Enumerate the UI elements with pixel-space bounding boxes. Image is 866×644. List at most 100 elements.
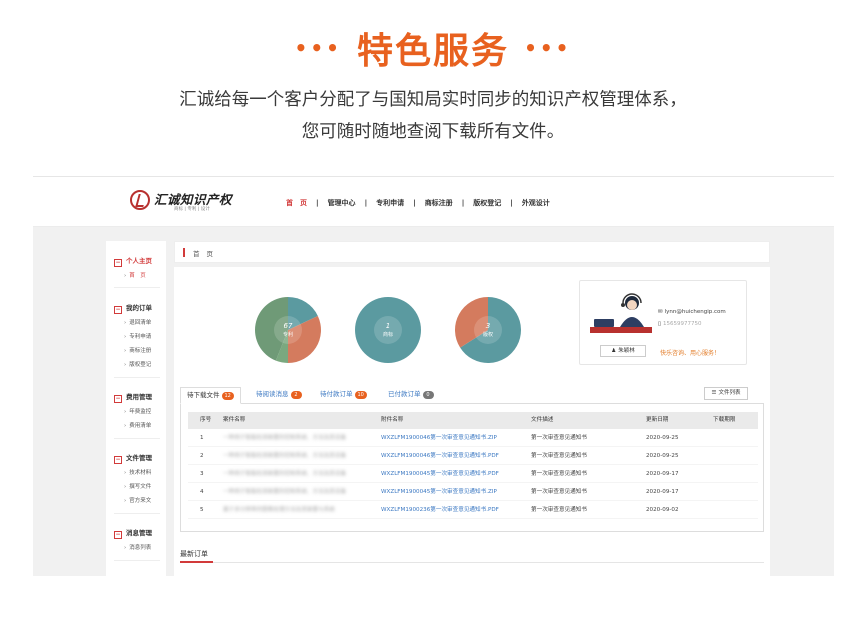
logo-tagline: 商标 | 专利 | 设计 [174,207,210,212]
service-slogan: 快乐咨询、用心服务！ [660,350,721,357]
case-name-blurred: 基于多分辨率的图像处理方法及其装置与系统 [223,507,335,513]
decor-dots-left: ••• [294,36,342,60]
collapse-icon[interactable]: − [114,531,122,539]
table-row[interactable]: 2 一种用于智能检测装置的控制系统、方法及其设备 WXZLFM1900046第一… [188,448,758,465]
tab-unpaid-orders[interactable]: 待付款订单 10 [320,387,367,404]
col-updated: 更新日期 [646,417,669,423]
attachment-link[interactable]: WXZLFM1900045第一次审查意见通知书.ZIP [381,484,497,501]
main-panel: 67 专利 1 商标 3 版权 ✉ lynn@huichengip.com ▯ … [174,267,770,576]
nav-separator: | [316,199,319,207]
count-badge: 10 [354,391,367,399]
case-name-blurred: 一种用于智能检测装置的控制系统、方法及其设备 [223,489,347,495]
breadcrumb-label: 首页 [193,250,220,258]
count-badge: 0 [422,391,434,399]
pie-caption: 专利 [282,332,293,338]
sidebar-item-fee-list[interactable]: 费用清单 [124,421,151,429]
table-row[interactable]: 1 一种用于智能检测装置的控制系统、方法及其设备 WXZLFM1900046第一… [188,430,758,447]
pie-trademark[interactable]: 1 商标 [354,296,422,364]
decor-dots-right: ••• [524,36,572,60]
divider [114,438,160,439]
nav-copyright-registration[interactable]: 版权登记 [473,198,501,208]
sidebar-item-copyright[interactable]: 版权登记 [124,360,151,368]
app-screenshot: 汇诚知识产权 商标 | 专利 | 设计 首 页 | 管理中心 | 专利申请 | 商标注册 | 版… [33,176,834,576]
sidebar-item-message-list[interactable]: 消息列表 [124,543,151,551]
nav-design[interactable]: 外观设计 [522,198,550,208]
nav-patent-application[interactable]: 专利申请 [376,198,404,208]
tab-unread-messages[interactable]: 待阅读消息 2 [256,387,302,404]
attachment-link[interactable]: WXZLFM1900236第一次审查意见通知书.PDF [381,502,499,519]
attachment-link[interactable]: WXZLFM1900045第一次审查意见通知书.PDF [381,466,499,483]
contact-phone: 15659977750 [658,321,702,327]
pie-center: 67 专利 [274,316,302,344]
logo-mark-icon [130,190,150,210]
count-badge: 2 [290,391,302,399]
sidebar-item-returns[interactable]: 退回清单 [124,318,151,326]
sidebar-item-tech-materials[interactable]: 技术材料 [124,468,151,476]
sidebar-group-head[interactable]: − 我的订单 [114,302,152,314]
table-row[interactable]: 4 一种用于智能检测装置的控制系统、方法及其设备 WXZLFM1900045第一… [188,484,758,501]
tab-paid-orders[interactable]: 已付款订单 0 [388,387,434,404]
site-header: 汇诚知识产权 商标 | 专利 | 设计 首 页 | 管理中心 | 专利申请 | 商标注册 | 版… [33,177,834,227]
contact-email[interactable]: lynn@huichengip.com [658,309,726,315]
nav-management-center[interactable]: 管理中心 [328,198,356,208]
pie-copyright[interactable]: 3 版权 [454,296,522,364]
sidebar-group-head[interactable]: − 个人主页 [114,255,152,267]
section-heading: ••• 特色服务 ••• [0,22,866,74]
pie-count: 1 [385,322,391,330]
sidebar-item-trademark[interactable]: 商标注册 [124,346,151,354]
sidebar-item-patent[interactable]: 专利申请 [124,332,151,340]
section-title: 特色服务 [356,31,509,72]
customer-service-illustration [590,293,652,333]
sidebar: −个人主页 首 页 −我的订单 退回清单 专利申请 商标注册 版权登记 −费用管… [106,241,166,576]
sidebar-group-head[interactable]: − 文件管理 [114,452,152,464]
col-description: 文件描述 [531,417,554,423]
sidebar-item-annual-fee[interactable]: 年费监控 [124,407,151,415]
col-attachment: 附件名称 [381,417,404,423]
sidebar-item-official-docs[interactable]: 官方来文 [124,496,151,504]
sidebar-group-head[interactable]: − 消息管理 [114,527,152,539]
nav-separator: | [413,199,416,207]
divider [114,560,160,561]
col-case-name: 案件名称 [223,417,246,423]
section-description-line2: 您可随时随地查阅下载所有文件。 [301,122,565,142]
files-table: 序号 案件名称 附件名称 文件描述 更新日期 下载期限 1 一种用于智能检测装置… [180,404,764,532]
breadcrumb-marker [183,248,185,257]
case-name-blurred: 一种用于智能检测装置的控制系统、方法及其设备 [223,435,347,441]
pie-caption: 商标 [382,332,393,338]
sidebar-group-head[interactable]: − 费用管理 [114,391,152,403]
heading-underline [180,561,213,563]
table-row[interactable]: 5 基于多分辨率的图像处理方法及其装置与系统 WXZLFM1900236第一次审… [188,502,758,519]
tab-pending-downloads[interactable]: 待下载文件 12 [180,387,241,404]
col-no: 序号 [200,417,212,423]
breadcrumb: 首页 [174,241,770,263]
collapse-icon[interactable]: − [114,259,122,267]
nav-home[interactable]: 首 页 [286,198,307,208]
heading-rule [213,562,764,563]
nav-separator: | [461,199,465,207]
pie-count: 3 [485,322,491,330]
section-description-line1: 汇诚给每一个客户分配了与国知局实时同步的知识产权管理体系， [179,90,687,110]
nav-trademark-registration[interactable]: 商标注册 [425,198,453,208]
pie-patent[interactable]: 67 专利 [254,296,322,364]
col-deadline: 下载期限 [713,417,736,423]
nav-separator: | [510,199,513,207]
attachment-link[interactable]: WXZLFM1900046第一次审查意见通知书.ZIP [381,430,497,447]
table-row[interactable]: 3 一种用于智能检测装置的控制系统、方法及其设备 WXZLFM1900045第一… [188,466,758,483]
pie-center: 1 商标 [374,316,402,344]
agent-name-button[interactable]: 朱颖林 [600,345,646,357]
sidebar-item-home[interactable]: 首 页 [124,271,146,279]
nav-separator: | [364,199,368,207]
file-list-button[interactable]: 文件列表 [704,387,748,400]
pie-center: 3 版权 [474,316,502,344]
pie-count: 67 [283,322,293,330]
case-name-blurred: 一种用于智能检测装置的控制系统、方法及其设备 [223,471,347,477]
divider [114,377,160,378]
case-name-blurred: 一种用于智能检测装置的控制系统、方法及其设备 [223,453,347,459]
sidebar-item-drafts[interactable]: 撰写文件 [124,482,151,490]
collapse-icon[interactable]: − [114,306,122,314]
collapse-icon[interactable]: − [114,395,122,403]
collapse-icon[interactable]: − [114,456,122,464]
main-nav: 首 页 | 管理中心 | 专利申请 | 商标注册 | 版权登记 | 外观设计 [286,198,550,208]
attachment-link[interactable]: WXZLFM1900046第一次审查意见通知书.PDF [381,448,499,465]
divider [114,513,160,514]
